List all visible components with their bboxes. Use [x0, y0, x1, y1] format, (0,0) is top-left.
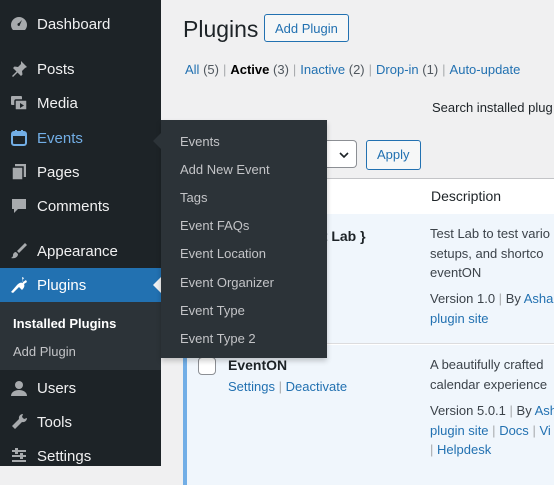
filter-auto-update[interactable]: Auto-update: [450, 62, 521, 77]
plugin-site-link[interactable]: plugin site: [430, 423, 489, 438]
sidebar-item-label: Media: [37, 94, 78, 112]
flyout-item-event-type[interactable]: Event Type: [180, 303, 245, 318]
sidebar-item-label: Appearance: [37, 242, 118, 260]
wrench-icon: [9, 412, 29, 432]
table-row: EventON Settings | Deactivate A beautifu…: [183, 345, 554, 485]
deactivate-link[interactable]: Deactivate: [286, 379, 347, 394]
view-link[interactable]: Vi: [539, 423, 550, 438]
plugin-icon: [9, 275, 29, 295]
pages-icon: [9, 162, 29, 182]
submenu-installed-plugins[interactable]: Installed Plugins: [13, 316, 116, 331]
flyout-item-tags[interactable]: Tags: [180, 190, 207, 205]
author-link[interactable]: Ash: [535, 403, 554, 418]
sidebar-item-label: Users: [37, 379, 77, 397]
filter-active[interactable]: Active (3): [230, 62, 289, 77]
plugin-checkbox[interactable]: [198, 357, 216, 375]
sidebar-item-posts[interactable]: Posts: [0, 52, 161, 86]
sidebar-item-appearance[interactable]: Appearance: [0, 234, 161, 268]
sidebar-item-pages[interactable]: Pages: [0, 155, 161, 189]
author-link[interactable]: Asha: [524, 291, 554, 306]
flyout-item-event-faqs[interactable]: Event FAQs: [180, 218, 249, 233]
calendar-icon: [9, 128, 29, 148]
column-header-description: Description: [431, 188, 502, 204]
comment-icon: [9, 196, 29, 216]
flyout-item-event-organizer[interactable]: Event Organizer: [180, 275, 274, 290]
sidebar-item-label: Plugins: [37, 276, 87, 294]
search-plugins-label: Search installed plug: [432, 100, 553, 115]
docs-link[interactable]: Docs: [499, 423, 529, 438]
sidebar-item-label: Comments: [37, 197, 110, 215]
sidebar-item-settings[interactable]: Settings: [0, 439, 161, 473]
plugin-description: Test Lab to test vario setups, and short…: [430, 226, 550, 280]
plugin-site-link[interactable]: plugin site: [430, 311, 489, 326]
events-flyout-menu: Events Add New Event Tags Event FAQs Eve…: [153, 120, 327, 358]
plugins-submenu: Installed Plugins Add Plugin: [0, 302, 161, 370]
sidebar-item-label: Tools: [37, 413, 73, 431]
sidebar-item-plugins[interactable]: Plugins: [0, 268, 161, 302]
plugin-title: EventON: [228, 357, 288, 373]
sidebar-item-label: Pages: [37, 163, 80, 181]
plugin-meta: Version 1.0 | By Asha plugin site: [430, 291, 554, 326]
sidebar-item-dashboard[interactable]: Dashboard: [0, 7, 161, 41]
helpdesk-link[interactable]: Helpdesk: [437, 442, 491, 457]
filter-dropin[interactable]: Drop-in (1): [376, 62, 438, 77]
plugin-description: A beautifully crafted calendar experienc…: [430, 357, 548, 392]
user-icon: [9, 378, 29, 398]
sidebar-item-media[interactable]: Media: [0, 86, 161, 120]
row-actions: Settings | Deactivate: [228, 379, 348, 394]
sidebar-item-label: Dashboard: [37, 15, 111, 33]
current-menu-arrow: [153, 277, 161, 293]
sidebar-item-label: Posts: [37, 60, 75, 78]
brush-icon: [9, 241, 29, 261]
plugin-status-filters: All (5) | Active (3) | Inactive (2) | Drop-in …: [185, 62, 521, 77]
flyout-item-event-location[interactable]: Event Location: [180, 246, 266, 261]
settings-link[interactable]: Settings: [228, 379, 275, 394]
sidebar-item-tools[interactable]: Tools: [0, 405, 161, 439]
sidebar-item-events[interactable]: Events: [0, 121, 161, 155]
filter-all[interactable]: All (5): [185, 62, 219, 77]
admin-sidebar: Dashboard Posts Media Events Pages Comme…: [0, 0, 161, 466]
apply-button[interactable]: Apply: [366, 140, 421, 170]
pin-icon: [9, 59, 29, 79]
sidebar-item-comments[interactable]: Comments: [0, 189, 161, 223]
sidebar-item-label: Settings: [37, 447, 92, 465]
filter-inactive[interactable]: Inactive (2): [300, 62, 364, 77]
chevron-down-icon: [338, 148, 350, 166]
flyout-item-add-new-event[interactable]: Add New Event: [180, 162, 270, 177]
dashboard-icon: [9, 14, 29, 34]
submenu-add-plugin[interactable]: Add Plugin: [13, 344, 76, 359]
media-icon: [9, 93, 29, 113]
settings-icon: [9, 446, 29, 466]
page-title: Plugins: [183, 16, 259, 42]
flyout-item-event-type-2[interactable]: Event Type 2: [180, 331, 256, 346]
add-plugin-button[interactable]: Add Plugin: [264, 14, 349, 42]
sidebar-item-users[interactable]: Users: [0, 371, 161, 405]
flyout-item-events[interactable]: Events: [180, 134, 220, 149]
sidebar-item-label: Events: [37, 129, 83, 147]
flyout-pointer: [153, 133, 161, 149]
plugin-meta: Version 5.0.1 | By Ash plugin site | Doc…: [430, 401, 554, 460]
